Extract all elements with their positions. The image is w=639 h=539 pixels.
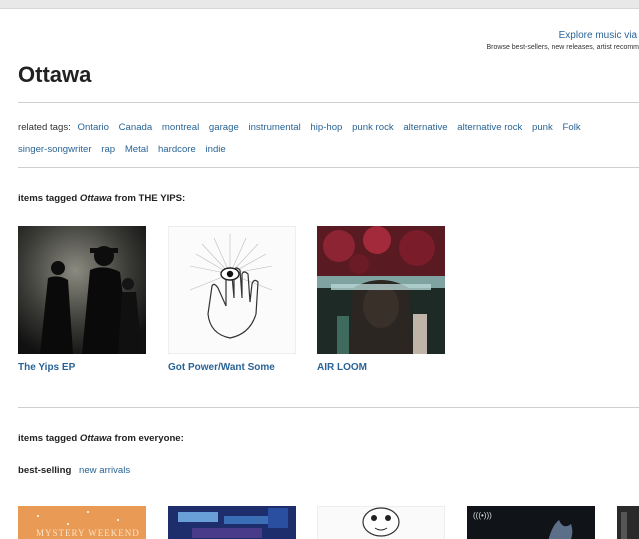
tab-new-arrivals[interactable]: new arrivals xyxy=(79,465,130,476)
tag-link-metal[interactable]: Metal xyxy=(125,144,148,155)
related-tags: related tags: Ontario Canada montreal ga… xyxy=(18,117,639,161)
divider xyxy=(18,407,639,408)
tag-link-singer-songwriter[interactable]: singer-songwriter xyxy=(18,144,92,155)
album-thumbnail[interactable]: MYSTERY WEEKEND xyxy=(18,506,146,539)
album-thumbnail[interactable]: (((•))) xyxy=(467,506,595,539)
page-title: Ottawa xyxy=(18,62,92,87)
divider xyxy=(18,102,639,103)
album-card[interactable]: AIR LOOM xyxy=(317,226,445,373)
section-heading-everyone: items tagged Ottawa from everyone: xyxy=(18,433,184,444)
album-thumbnail[interactable] xyxy=(317,506,445,539)
tag-link-indie[interactable]: indie xyxy=(206,144,226,155)
album-thumbnail[interactable] xyxy=(168,506,296,539)
album-thumbnail[interactable] xyxy=(617,506,639,539)
tag-link-alternative-rock[interactable]: alternative rock xyxy=(457,122,522,133)
album-art-the-yips-ep[interactable] xyxy=(18,226,146,354)
tab-best-selling[interactable]: best-selling xyxy=(18,465,71,476)
browser-top-bar xyxy=(0,0,639,9)
browse-subtitle: Browse best-sellers, new releases, artis… xyxy=(486,44,639,51)
album-card[interactable]: Got Power/Want Some xyxy=(168,226,296,373)
tag-link-montreal[interactable]: montreal xyxy=(162,122,199,133)
album-title[interactable]: AIR LOOM xyxy=(317,362,445,373)
tag-link-instrumental[interactable]: instrumental xyxy=(248,122,300,133)
thumb-caption: MYSTERY WEEKEND xyxy=(36,528,140,538)
tag-link-punk-rock[interactable]: punk rock xyxy=(352,122,394,133)
tag-link-alternative[interactable]: alternative xyxy=(403,122,447,133)
tag-link-garage[interactable]: garage xyxy=(209,122,239,133)
section-suffix: from everyone: xyxy=(114,433,184,444)
tag-link-punk[interactable]: punk xyxy=(532,122,553,133)
tag-link-ontario[interactable]: Ontario xyxy=(77,122,108,133)
album-art-got-power[interactable] xyxy=(168,226,296,354)
svg-text:(((•))): (((•))) xyxy=(473,511,492,520)
section-prefix: items tagged xyxy=(18,193,78,204)
tag-link-hardcore[interactable]: hardcore xyxy=(158,144,196,155)
album-title[interactable]: The Yips EP xyxy=(18,362,146,373)
explore-music-link[interactable]: Explore music via xyxy=(559,30,637,41)
tag-link-rap[interactable]: rap xyxy=(101,144,115,155)
tag-link-canada[interactable]: Canada xyxy=(119,122,153,133)
section-heading-artist: items tagged Ottawa from THE YIPS: xyxy=(18,193,185,204)
section-tag: Ottawa xyxy=(79,433,112,444)
album-title[interactable]: Got Power/Want Some xyxy=(168,362,296,373)
section-suffix: from THE YIPS: xyxy=(114,193,186,204)
tag-link-hip-hop[interactable]: hip-hop xyxy=(310,122,342,133)
related-tags-label: related tags: xyxy=(18,122,71,133)
album-card[interactable]: The Yips EP xyxy=(18,226,146,373)
section-prefix: items tagged xyxy=(18,433,78,444)
section-tag: Ottawa xyxy=(79,193,112,204)
tag-link-folk[interactable]: Folk xyxy=(563,122,581,133)
sort-tabs: best-selling new arrivals xyxy=(18,465,130,476)
divider xyxy=(18,167,639,168)
album-art-air-loom[interactable] xyxy=(317,226,445,354)
